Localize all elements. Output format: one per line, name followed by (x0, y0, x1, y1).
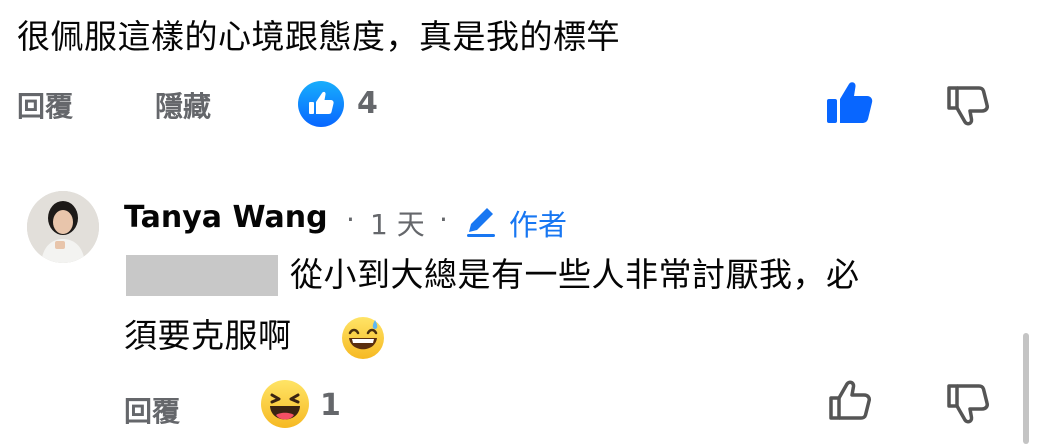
thumbs-up-badge-icon (297, 80, 345, 128)
reaction-count: 1 (320, 388, 341, 423)
meta-separator-2: · (439, 203, 448, 236)
reply-button-2[interactable]: 回覆 (124, 390, 180, 430)
comment-text: 很佩服這樣的心境跟態度，真是我的標竿 (17, 17, 620, 56)
avatar[interactable] (27, 191, 99, 263)
pencil-icon (463, 202, 499, 238)
author-badge: 作者 (509, 208, 568, 242)
reply-text-line2: 須要克服啊 (124, 316, 292, 355)
thumbs-down-icon[interactable] (945, 81, 991, 127)
reply-button[interactable]: 回覆 (17, 85, 73, 125)
thumbs-up-filled-icon[interactable] (825, 79, 875, 127)
redacted-mention (126, 255, 278, 296)
like-count: 4 (357, 86, 378, 121)
hide-button[interactable]: 隱藏 (155, 85, 211, 125)
author-name[interactable]: Tanya Wang (124, 200, 328, 235)
thumbs-up-outline-icon[interactable] (827, 379, 873, 425)
reply-text-line1: 從小到大總是有一些人非常討厭我，必 (290, 255, 860, 294)
time-label[interactable]: 1 天 (370, 203, 425, 243)
scrollbar[interactable] (1023, 333, 1029, 444)
haha-emoji-icon (260, 379, 310, 429)
grinning-sweat-emoji (341, 316, 385, 360)
meta-separator: · (346, 203, 355, 236)
thumbs-down-icon-2[interactable] (945, 379, 991, 425)
